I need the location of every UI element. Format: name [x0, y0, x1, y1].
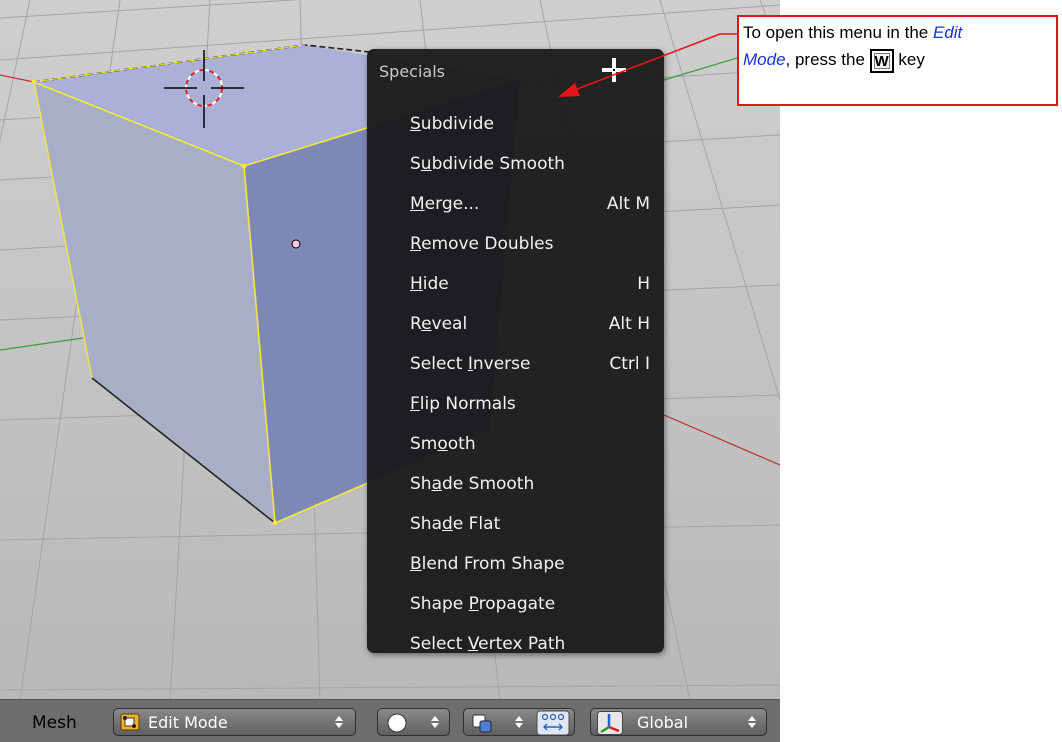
viewport-header: Mesh Edit Mode Global — [0, 699, 780, 742]
edit-mode-icon — [120, 713, 140, 731]
menu-item[interactable]: Subdivide Smooth — [367, 144, 664, 184]
menu-item-label: Shade Smooth — [410, 474, 535, 494]
menu-item[interactable]: Hide H — [367, 264, 664, 304]
menu-item[interactable]: Subdivide — [367, 104, 664, 144]
menu-title: Specials — [379, 62, 445, 81]
callout-text: , press the — [785, 50, 870, 69]
menu-item-label: Shade Flat — [410, 514, 501, 534]
menu-item-label: Select Vertex Path — [410, 634, 566, 654]
menu-item[interactable]: Shape Propagate — [367, 584, 664, 624]
menu-item[interactable]: Select Vertex Path — [367, 624, 664, 664]
3d-viewport[interactable]: Specials Subdivide Subdivide Smooth Merge.… — [0, 0, 780, 742]
viewport-shading-dropdown[interactable] — [377, 708, 450, 736]
menu-item[interactable]: Flip Normals — [367, 384, 664, 424]
menu-item[interactable]: Shade Flat — [367, 504, 664, 544]
menu-item-label: Select Inverse — [410, 354, 531, 374]
orientation-value: Global — [637, 713, 689, 732]
menu-item[interactable]: Reveal Alt H — [367, 304, 664, 344]
mode-dropdown-value: Edit Mode — [148, 713, 228, 732]
menu-item-shortcut: Alt M — [606, 194, 650, 214]
updown-arrows-icon — [515, 716, 523, 728]
menu-item-label: Shape Propagate — [410, 594, 556, 614]
crosshair-cursor-icon — [602, 58, 626, 82]
menu-item-label: Flip Normals — [410, 394, 516, 414]
updown-arrows-icon — [748, 716, 756, 728]
pivot-point-dropdown[interactable] — [463, 708, 575, 736]
callout-text: To open this menu in the — [743, 23, 933, 42]
menu-item-label: Blend From Shape — [410, 554, 565, 574]
menu-item-label: Subdivide Smooth — [410, 154, 565, 174]
manipulator-icon[interactable] — [536, 710, 570, 736]
menu-item-shortcut: Alt H — [608, 314, 650, 334]
menu-item-label: Merge... — [410, 194, 480, 214]
updown-arrows-icon — [335, 716, 343, 728]
specials-menu: Specials Subdivide Subdivide Smooth Merge.… — [367, 49, 664, 654]
mode-dropdown[interactable]: Edit Mode — [113, 708, 356, 736]
vertex — [272, 520, 278, 526]
menu-item-shortcut: Ctrl I — [609, 354, 650, 374]
vertex — [31, 79, 37, 85]
edit-mode-link[interactable]: Edit — [933, 23, 962, 42]
menu-item[interactable]: Remove Doubles — [367, 224, 664, 264]
w-key-icon: W — [869, 48, 894, 73]
menu-item-shortcut: H — [637, 274, 650, 294]
solid-shading-icon — [387, 713, 407, 733]
vertex — [241, 163, 247, 169]
transform-orientation-dropdown[interactable]: Global — [590, 708, 767, 736]
menu-item[interactable]: Select Inverse Ctrl I — [367, 344, 664, 384]
menu-item-label: Reveal — [410, 314, 468, 334]
menu-item[interactable]: Smooth — [367, 424, 664, 464]
transform-axis-icon — [597, 711, 623, 735]
mesh-menu[interactable]: Mesh — [32, 713, 77, 733]
menu-item-label: Remove Doubles — [410, 234, 554, 254]
menu-item[interactable]: Shade Smooth — [367, 464, 664, 504]
object-origin-dot — [291, 239, 301, 249]
menu-item-label: Hide — [410, 274, 449, 294]
mode-link[interactable]: Mode — [743, 50, 786, 69]
callout-text: key — [893, 50, 925, 69]
menu-item[interactable]: Merge... Alt M — [367, 184, 664, 224]
pivot-point-icon — [472, 714, 492, 733]
menu-item-label: Smooth — [410, 434, 476, 454]
updown-arrows-icon — [431, 716, 439, 728]
annotation-callout: To open this menu in the Edit Mode, pres… — [737, 15, 1058, 106]
menu-item[interactable]: Blend From Shape — [367, 544, 664, 584]
menu-item-label: Subdivide — [410, 114, 494, 134]
